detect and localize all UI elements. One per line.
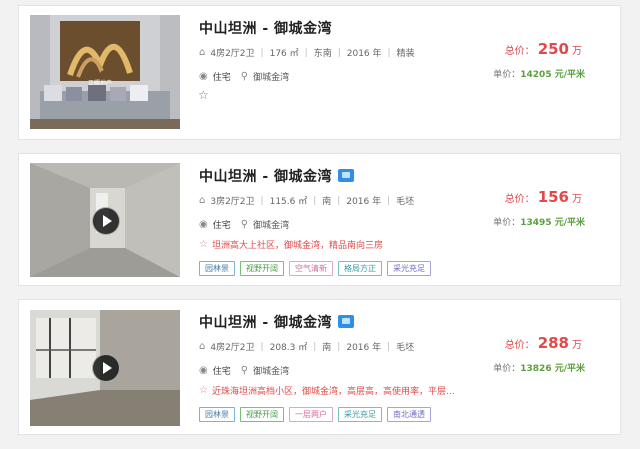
tag-badge: 南北通透 <box>387 407 431 422</box>
tag-badge: 园林景 <box>199 407 235 422</box>
listing-meta: ◉ 住宅 ⚲ 御城金湾 <box>199 218 289 231</box>
listing-title[interactable]: 中山坦洲 - 御城金湾 <box>199 312 355 332</box>
listing-info: ⌂ 4房2厅2卫 | 208.3 ㎡ | 南 | 2016 年 | 毛坯 <box>199 341 415 353</box>
listing-highlight: ☆ 坦洲高大上社区，御城金湾，精品南向三房 <box>199 238 383 251</box>
listing-highlight: ☆ 近珠海坦洲高档小区，御城金湾，高层高，高使用率，平层... <box>199 384 455 397</box>
listing-photo[interactable] <box>30 163 180 277</box>
highlight-text: 近珠海坦洲高档小区，御城金湾，高层高，高使用率，平层... <box>211 387 455 397</box>
play-icon[interactable] <box>92 207 120 235</box>
tag-badge: 采光充足 <box>387 261 431 276</box>
listing-card-2[interactable]: 中山坦洲 - 御城金湾 ⌂ 3房2厅2卫 | 115.6 ㎡ | 南 | 201… <box>18 153 621 286</box>
tag-badge: 视野开阔 <box>240 261 284 276</box>
listing-card-1[interactable]: 正耀地产 中山坦洲 - 御城金湾 ⌂ 4房2厅2卫 | 176 ㎡ | 东南 |… <box>18 5 621 140</box>
total-price: 总价： 156 万 <box>504 188 582 206</box>
listing-info: ⌂ 4房2厅2卫 | 176 ㎡ | 东南 | 2016 年 | 精装 <box>199 47 415 59</box>
unit-price: 单价：14205 元/平米 <box>493 70 585 80</box>
listing-meta: ◉ 住宅 ⚲ 御城金湾 <box>199 70 289 83</box>
listing-meta: ◉ 住宅 ⚲ 御城金湾 <box>199 364 289 377</box>
listing-title[interactable]: 中山坦洲 - 御城金湾 <box>199 18 332 38</box>
listing-title[interactable]: 中山坦洲 - 御城金湾 <box>199 166 355 186</box>
tag-badge: 园林景 <box>199 261 235 276</box>
map-pin-icon: ⚲ <box>240 219 249 230</box>
decoration-text: 毛坯 <box>396 197 415 207</box>
facing-text: 南 <box>322 343 332 353</box>
property-type: 住宅 <box>212 73 231 83</box>
listing-photo[interactable]: 正耀地产 <box>30 15 180 129</box>
building-icon: ◉ <box>199 71 208 82</box>
highlight-text: 坦洲高大上社区，御城金湾，精品南向三房 <box>211 241 383 251</box>
layout-text: 3房2厅2卫 <box>210 197 255 207</box>
listing-card-3[interactable]: 中山坦洲 - 御城金湾 ⌂ 4房2厅2卫 | 208.3 ㎡ | 南 | 201… <box>18 299 621 435</box>
map-pin-icon: ⚲ <box>240 365 249 376</box>
community-link[interactable]: 御城金湾 <box>253 218 289 231</box>
unit-price: 单价：13495 元/平米 <box>493 218 585 228</box>
star-outline-icon[interactable]: ☆ <box>199 239 208 250</box>
decoration-text: 毛坯 <box>396 343 415 353</box>
vr-badge-icon[interactable] <box>338 314 355 328</box>
star-outline-icon[interactable]: ☆ <box>199 385 208 396</box>
tag-badge: 采光充足 <box>338 407 382 422</box>
home-icon: ⌂ <box>199 341 206 352</box>
unit-price: 单价：13826 元/平米 <box>493 364 585 374</box>
community-link[interactable]: 御城金湾 <box>253 70 289 83</box>
tag-badge: 格局方正 <box>338 261 382 276</box>
area-text: 176 ㎡ <box>269 49 299 59</box>
year-text: 2016 年 <box>346 49 382 59</box>
layout-text: 4房2厅2卫 <box>210 343 255 353</box>
tag-badge: 空气清新 <box>289 261 333 276</box>
decoration-text: 精装 <box>396 49 415 59</box>
year-text: 2016 年 <box>346 197 382 207</box>
property-type: 住宅 <box>212 367 231 377</box>
listing-photo[interactable] <box>30 310 180 426</box>
star-outline-icon[interactable]: ☆ <box>198 88 209 102</box>
building-icon: ◉ <box>199 219 208 230</box>
home-icon: ⌂ <box>199 47 206 58</box>
tag-badge: 视野开阔 <box>240 407 284 422</box>
facing-text: 南 <box>322 197 332 207</box>
total-price: 总价： 288 万 <box>504 334 582 352</box>
total-price: 总价： 250 万 <box>504 40 582 58</box>
facing-text: 东南 <box>313 49 332 59</box>
listing-info: ⌂ 3房2厅2卫 | 115.6 ㎡ | 南 | 2016 年 | 毛坯 <box>199 195 415 207</box>
tag-list: 园林景 视野开阔 空气清新 格局方正 采光充足 <box>199 261 431 276</box>
map-pin-icon: ⚲ <box>240 71 249 82</box>
area-text: 115.6 ㎡ <box>269 197 308 207</box>
property-type: 住宅 <box>212 221 231 231</box>
tag-badge: 一层两户 <box>289 407 333 422</box>
tag-list: 园林景 视野开阔 一层两户 采光充足 南北通透 <box>199 407 431 422</box>
community-link[interactable]: 御城金湾 <box>253 364 289 377</box>
play-icon[interactable] <box>92 354 120 382</box>
vr-badge-icon[interactable] <box>338 168 355 182</box>
building-icon: ◉ <box>199 365 208 376</box>
year-text: 2016 年 <box>346 343 382 353</box>
area-text: 208.3 ㎡ <box>269 343 308 353</box>
layout-text: 4房2厅2卫 <box>210 49 255 59</box>
home-icon: ⌂ <box>199 195 206 206</box>
